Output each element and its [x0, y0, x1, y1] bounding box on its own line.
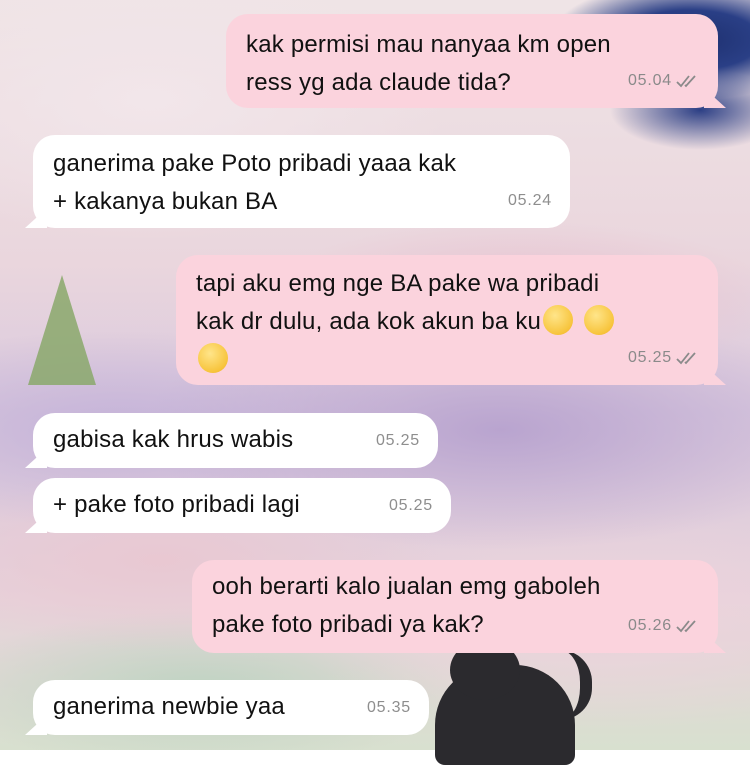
message-meta: 05.24: [508, 182, 552, 220]
message-meta: 05.04: [628, 62, 700, 100]
message-time: 05.35: [366, 699, 411, 716]
message-text: tapi aku emg nge BA pake wa pribadi kak …: [196, 265, 700, 379]
message-time: 05.26: [627, 617, 672, 634]
crying-face-emoji-icon: [543, 305, 574, 335]
message-meta: 05.26: [628, 607, 700, 645]
message-text-content: tapi aku emg nge BA pake wa pribadi kak …: [196, 270, 600, 335]
message-text: ganerima pake Poto pribadi yaaa kak + ka…: [53, 150, 457, 215]
message-time: 05.25: [388, 497, 433, 514]
message-time: 05.24: [507, 192, 552, 209]
smiling-face-with-halo-emoji-icon: [198, 343, 228, 373]
message-time: 05.25: [375, 432, 420, 449]
message-bubble-incoming[interactable]: ganerima pake Poto pribadi yaaa kak + ka…: [33, 135, 570, 228]
crying-face-emoji-icon: [583, 305, 614, 335]
message-bubble-incoming[interactable]: gabisa kak hrus wabis 05.25: [33, 413, 438, 468]
message-time: 05.25: [627, 349, 672, 366]
message-meta: 05.35: [367, 689, 411, 727]
message-text: ooh berarti kalo jualan emg gaboleh pake…: [212, 573, 601, 638]
message-text: + pake foto pribadi lagi: [53, 491, 300, 518]
double-check-read-icon: [676, 74, 700, 88]
wallpaper-tree-decoration: [28, 275, 96, 385]
message-time: 05.04: [627, 72, 672, 89]
message-bubble-outgoing[interactable]: ooh berarti kalo jualan emg gaboleh pake…: [192, 560, 718, 653]
message-meta: 05.25: [376, 422, 420, 460]
message-text: gabisa kak hrus wabis: [53, 426, 294, 453]
message-bubble-incoming[interactable]: + pake foto pribadi lagi 05.25: [33, 478, 451, 533]
message-meta: 05.25: [628, 339, 700, 377]
message-bubble-incoming[interactable]: ganerima newbie yaa 05.35: [33, 680, 429, 735]
double-check-read-icon: [676, 619, 700, 633]
message-meta: 05.25: [389, 487, 433, 525]
message-text: ganerima newbie yaa: [53, 693, 285, 720]
double-check-read-icon: [676, 351, 700, 365]
message-bubble-outgoing[interactable]: tapi aku emg nge BA pake wa pribadi kak …: [176, 255, 718, 385]
message-bubble-outgoing[interactable]: kak permisi mau nanyaa km open ress yg a…: [226, 14, 718, 108]
